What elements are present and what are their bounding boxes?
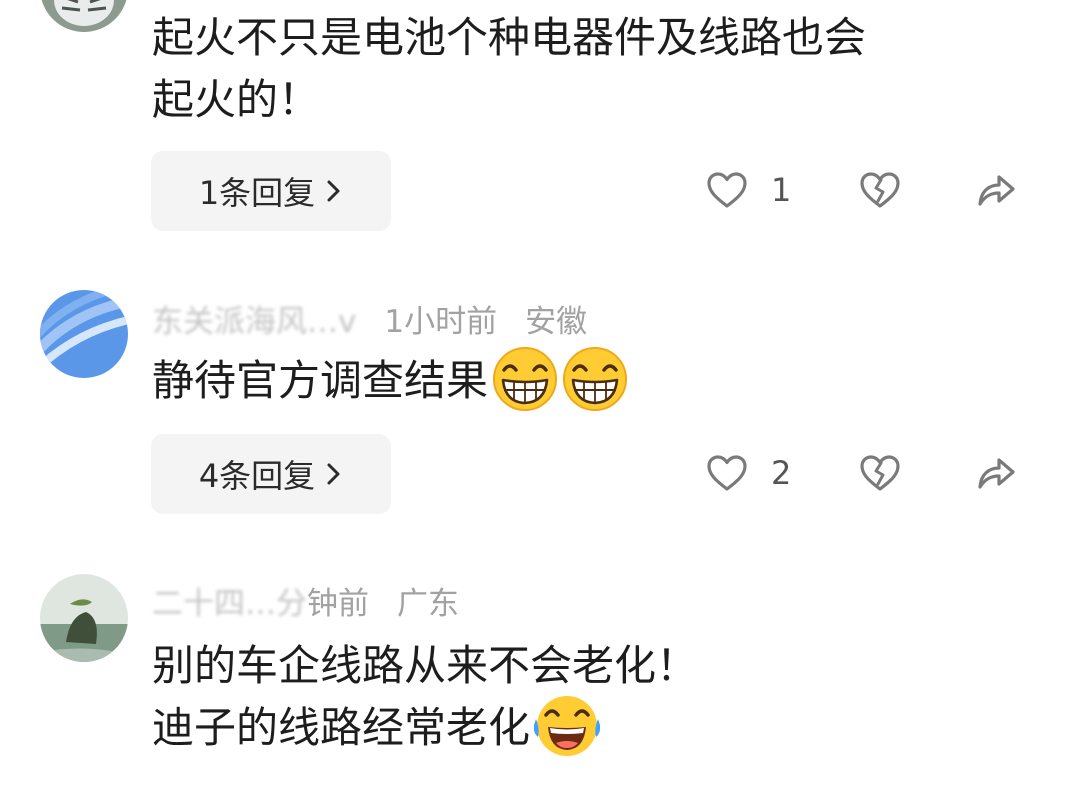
comment-text: 静待官方调查结果 [152,350,1032,417]
like-button[interactable]: 2 [705,453,791,493]
dislike-broken-heart-icon [858,453,902,493]
like-count: 1 [771,171,792,209]
blue-waves-avatar-icon[interactable] [40,290,128,378]
reply-count-label: 4条回复 [198,457,316,495]
like-heart-icon [705,170,749,210]
username[interactable]: 东关派海风…v [152,304,356,340]
location: 安徽 [525,304,588,340]
reply-count-label: 1条回复 [198,174,316,212]
share-button[interactable] [974,170,1018,210]
share-arrow-icon [974,170,1018,210]
location: 广东 [397,586,459,622]
share-arrow-icon [974,453,1018,493]
timestamp: 钟前 [307,586,369,622]
share-button[interactable] [974,453,1018,493]
dislike-broken-heart-icon [858,170,902,210]
landscape-avatar-icon[interactable] [40,574,128,662]
chevron-right-icon [325,179,343,203]
chevron-right-icon [325,462,343,486]
timestamp: 1小时前 [384,304,498,340]
comment-text-line: 起火的！ [152,75,321,124]
like-count: 2 [771,454,792,492]
comment-meta: 东关派海风…v 1小时前 安徽 [152,296,587,341]
tears-of-joy-icon [534,693,600,759]
comment-text-line: 静待官方调查结果 [152,356,489,405]
like-button[interactable]: 1 [705,170,791,210]
comment-text-line: 迪子的线路经常老化 [152,703,531,752]
comment-text: 别的车企线路从来不会老化！ 迪子的线路经常老化 [152,635,1032,764]
grinning-face-icon [492,346,558,412]
view-replies-button[interactable]: 1条回复 [151,151,391,231]
username[interactable]: 二十四…分 [152,586,307,622]
comment-text-line: 起火不只是电池个种电器件及线路也会 [152,13,867,62]
comment-meta: 二十四…分钟前 广东 [152,578,459,623]
comment-text: 起火不只是电池个种电器件及线路也会 起火的！ [152,7,1032,131]
tiger-avatar-icon[interactable] [40,0,128,32]
grinning-face-icon [562,346,628,412]
view-replies-button[interactable]: 4条回复 [151,434,391,514]
dislike-button[interactable] [858,170,902,210]
comment-text-line: 别的车企线路从来不会老化！ [152,641,699,690]
like-heart-icon [705,453,749,493]
dislike-button[interactable] [858,453,902,493]
